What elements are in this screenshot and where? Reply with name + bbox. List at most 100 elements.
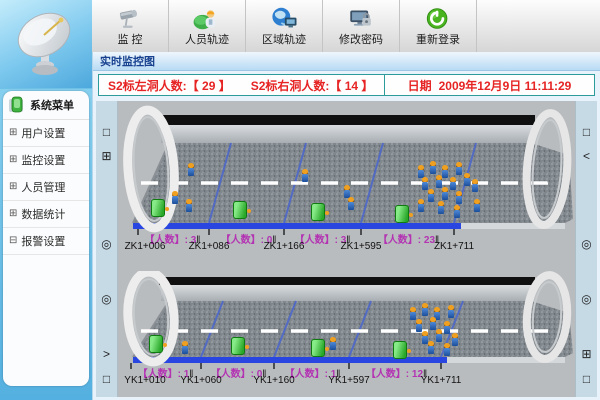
expand-box-icon[interactable]: ⊞	[9, 209, 17, 219]
toolbar-button-relogin[interactable]: 重新登录	[400, 0, 477, 52]
toolbar-button-label: 监 控	[117, 31, 142, 47]
main-panel: 实时监控图 S2标左洞人数:【 29 】 S2标右洞人数:【 14 】 日期 2…	[92, 52, 600, 400]
grid-sign-icon: ⊞	[96, 150, 117, 162]
tunnel-view-left: 【人数】: 3‖【人数】: 0‖【人数】: 3‖【人数】: 23‖ZK1+006…	[121, 103, 576, 253]
person-marker	[181, 341, 189, 354]
system-menu-icon	[8, 96, 26, 114]
toolbar-button-label: 人员轨迹	[185, 31, 229, 47]
chainage-label: YK1+010	[124, 375, 165, 386]
person-marker	[463, 173, 471, 186]
camera-dome-icon: ◎	[576, 293, 597, 305]
person-marker	[187, 163, 195, 176]
person-marker	[441, 187, 449, 200]
person-marker	[427, 341, 435, 354]
chainage-label: YK1+711	[421, 375, 462, 386]
toolbar-button-label: 修改密码	[339, 31, 383, 47]
expand-box-icon[interactable]: ⊟	[9, 236, 17, 246]
person-marker	[447, 305, 455, 318]
person-marker	[471, 179, 479, 192]
person-marker	[451, 333, 459, 346]
person-marker	[329, 337, 337, 350]
tunnel-counts: S2标左洞人数:【 29 】 S2标右洞人数:【 14 】	[99, 77, 384, 94]
chainage-label: ZK1+006	[125, 241, 166, 252]
branch-sign-icon: <	[576, 150, 597, 162]
person-marker	[437, 201, 445, 214]
toolbar-button-change-password[interactable]: 修改密码	[323, 0, 400, 52]
chainage-label: ZK1+086	[189, 241, 230, 252]
tab-title: 实时监控图	[100, 53, 155, 69]
branch-sign-icon: >	[96, 348, 117, 360]
reader-device	[311, 203, 325, 221]
change-password-icon	[346, 6, 376, 31]
right-tunnel-count: S2标右洞人数:【 14 】	[251, 77, 374, 94]
reader-device	[151, 199, 165, 217]
person-marker	[301, 169, 309, 182]
toolbar: 监 控 人员轨迹 区域轨迹修改密码 重新登录	[92, 0, 600, 53]
toolbar-button-camera[interactable]: 监 控	[92, 0, 169, 52]
sidebar-item-1[interactable]: ⊞ 监控设置	[3, 147, 89, 174]
person-marker	[449, 177, 457, 190]
sidebar-item-label: 数据统计	[21, 206, 65, 222]
person-marker	[455, 191, 463, 204]
person-marker	[421, 303, 429, 316]
person-marker	[443, 343, 451, 356]
expand-box-icon[interactable]: ⊞	[9, 155, 17, 165]
left-device-strip: □⊞◎◎>□	[96, 101, 118, 397]
person-marker	[347, 197, 355, 210]
sidebar-item-2[interactable]: ⊞人员管理	[3, 174, 89, 201]
reader-device	[393, 341, 407, 359]
app-logo	[0, 0, 92, 89]
section-count-label: 【人数】: 23‖	[378, 231, 440, 246]
camera-dome-icon: ◎	[96, 238, 117, 250]
chainage-label: YK1+060	[180, 375, 221, 386]
sidebar-item-3[interactable]: ⊞ 数据统计	[3, 201, 89, 228]
person-marker	[435, 329, 443, 342]
sidebar: 系统菜单 ⊞用户设置⊞监控设置⊞人员管理⊞数据统计⊟报警设置	[0, 0, 92, 400]
grid-sign-icon: ⊞	[576, 348, 597, 360]
tunnel-drawing	[121, 271, 576, 371]
person-marker	[455, 162, 463, 175]
person-marker	[429, 161, 437, 174]
square-sign-icon: □	[96, 373, 117, 385]
square-sign-icon: □	[576, 126, 597, 138]
toolbar-button-area-track[interactable]: 区域轨迹	[246, 0, 323, 52]
chainage-label: ZK1+595	[341, 241, 382, 252]
person-marker	[417, 199, 425, 212]
person-marker	[473, 199, 481, 212]
toolbar-button-label: 重新登录	[416, 31, 460, 47]
camera-dome-icon: ◎	[576, 238, 597, 250]
camera-icon	[115, 6, 145, 31]
reader-device	[311, 339, 325, 357]
monitor-area: □⊞◎◎>□ □<◎◎⊞□ 【人数】: 3‖【人数】: 0‖【人数】: 3‖【人…	[96, 101, 597, 397]
date-value: 2009年12月9日 11:11:29	[439, 77, 572, 94]
chainage-label: ZK1+166	[264, 241, 305, 252]
left-tunnel-count: S2标左洞人数:【 29 】	[108, 77, 231, 94]
expand-box-icon[interactable]: ⊞	[9, 128, 17, 138]
reader-device	[231, 337, 245, 355]
system-menu-header: 系统菜单	[3, 91, 89, 120]
chainage-label: ZK1+711	[434, 241, 474, 252]
person-marker	[453, 205, 461, 218]
person-marker	[171, 191, 179, 204]
satellite-dish-icon	[10, 8, 82, 80]
system-menu-title: 系统菜单	[30, 97, 74, 113]
sidebar-item-label: 监控设置	[21, 152, 65, 168]
person-track-icon	[192, 6, 222, 31]
tab-realtime-monitor[interactable]: 实时监控图	[93, 52, 600, 71]
person-marker	[427, 189, 435, 202]
chainage-label: YK1+160	[253, 375, 294, 386]
sidebar-item-0[interactable]: ⊞ 用户设置	[3, 120, 89, 147]
person-marker	[443, 321, 451, 334]
area-track-icon	[269, 6, 299, 31]
reader-device	[149, 335, 163, 353]
relogin-icon	[423, 6, 453, 31]
sidebar-item-4[interactable]: ⊟报警设置	[3, 228, 89, 255]
sidebar-item-label: 用户设置	[21, 125, 65, 141]
person-marker	[185, 199, 193, 212]
toolbar-button-person-track[interactable]: 人员轨迹	[169, 0, 246, 52]
square-sign-icon: □	[96, 126, 117, 138]
status-bar: S2标左洞人数:【 29 】 S2标右洞人数:【 14 】 日期 2009年12…	[98, 74, 595, 96]
expand-box-icon[interactable]: ⊞	[9, 182, 17, 192]
section-count-label: 【人数】: 12‖	[366, 365, 428, 380]
toolbar-spacer	[477, 0, 600, 52]
